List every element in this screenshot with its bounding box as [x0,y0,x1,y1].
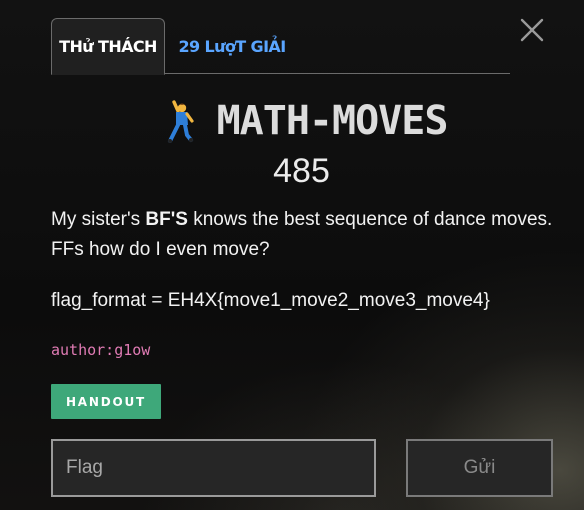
flag-format-text: flag_format = EH4X{move1_move2_move3_mov… [51,290,490,311]
flag-input[interactable] [51,439,376,497]
handout-button[interactable]: HANDOUT [51,384,161,419]
submit-button[interactable]: Gửi [406,439,553,497]
tab-bar: THử THÁCH 29 LượT GIẢI [51,18,510,75]
description-text-start: My sister's [51,209,146,230]
close-button[interactable] [519,17,545,43]
author-text: author:g1ow [51,341,151,359]
challenge-points: 485 [273,152,330,190]
challenge-header: MATH-MOVES [0,96,584,146]
dancer-icon [165,99,195,143]
close-icon [520,18,544,42]
challenge-modal: THử THÁCH 29 LượT GIẢI MATH-MOVES 485 My… [0,0,584,510]
challenge-title: MATH-MOVES [216,98,449,144]
tab-challenge[interactable]: THử THÁCH [51,18,165,75]
description-bold-text: BF'S [145,209,188,230]
tab-solves[interactable]: 29 LượT GIẢI [167,18,297,74]
challenge-description: My sister's BF'S knows the best sequence… [51,205,571,265]
